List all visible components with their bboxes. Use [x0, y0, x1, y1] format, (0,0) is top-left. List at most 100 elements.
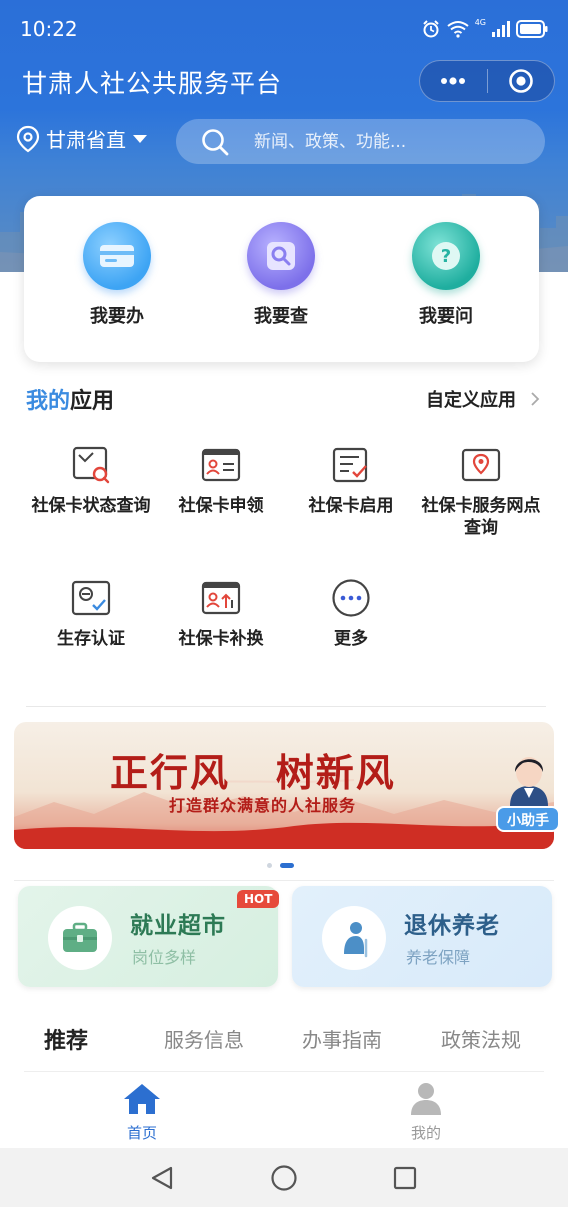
network-type-label: 4G	[474, 17, 486, 27]
assistant-button[interactable]: 小助手	[496, 746, 562, 832]
app-label: 社保卡补换	[178, 629, 264, 649]
user-icon	[411, 1083, 441, 1115]
alarm-icon	[422, 20, 439, 38]
quick-action-handle[interactable]: 我要办	[57, 222, 177, 328]
target-close-icon	[508, 69, 533, 93]
my-apps-title-accent: 我的	[26, 389, 71, 414]
system-home-button[interactable]	[268, 1162, 300, 1194]
app-label: 社保卡启用	[308, 496, 394, 516]
retirement-icon-bg	[322, 906, 386, 970]
quick-actions-card: 我要办 我要查 ? 我要问	[24, 196, 539, 362]
signal-icon	[492, 21, 510, 37]
tab-guide[interactable]: 办事指南	[302, 1024, 382, 1053]
carousel-dot-active[interactable]	[280, 863, 294, 868]
home-icon	[124, 1084, 160, 1114]
location-selector[interactable]: 甘肃省直	[16, 124, 148, 153]
assistant-label: 小助手	[496, 806, 560, 832]
card-enable-icon	[332, 447, 368, 483]
chevron-right-icon	[531, 392, 540, 406]
search-icon	[202, 128, 229, 155]
tab-policy[interactable]: 政策法规	[441, 1024, 521, 1053]
status-time: 10:22	[20, 17, 78, 41]
page-title: 甘肃人社公共服务平台	[22, 69, 283, 98]
tab-recommend[interactable]: 推荐	[44, 1023, 88, 1055]
status-icons: 4G	[421, 17, 548, 39]
tab-service-info[interactable]: 服务信息	[164, 1024, 244, 1053]
nav-mine[interactable]: 我的	[386, 1082, 466, 1143]
app-label: 社保卡服务网点查询	[421, 496, 541, 538]
section-divider	[26, 706, 546, 707]
wifi-icon	[447, 21, 469, 38]
promo-banner[interactable]: 正行风 树新风 打造群众满意的人社服务	[14, 722, 554, 849]
bottom-nav: 首页 我的	[0, 1072, 568, 1148]
app-label: 生存认证	[57, 629, 125, 649]
elder-icon	[344, 922, 368, 958]
retirement-subtitle: 养老保障	[406, 948, 471, 967]
quick-action-label: 我要查	[254, 306, 308, 327]
recents-square-icon	[393, 1166, 417, 1190]
location-card-icon	[461, 448, 501, 482]
app-label: 社保卡申领	[178, 496, 264, 516]
quick-action-query[interactable]: 我要查	[221, 222, 341, 328]
job-market-subtitle: 岗位多样	[132, 948, 197, 967]
retirement-pension-card[interactable]: 退休养老 养老保障	[292, 886, 552, 987]
card-apply-icon	[201, 448, 241, 482]
system-recents-button[interactable]	[389, 1162, 421, 1194]
system-back-button[interactable]	[146, 1162, 178, 1194]
app-card-enable[interactable]: 社保卡启用	[291, 445, 411, 517]
nav-mine-label: 我的	[410, 1124, 441, 1142]
app-label: 更多	[334, 629, 368, 649]
banner-title: 正行风 树新风	[110, 751, 396, 795]
app-service-outlet-query[interactable]: 社保卡服务网点查询	[421, 445, 541, 539]
app-card-apply[interactable]: 社保卡申领	[161, 445, 281, 517]
app-survival-verify[interactable]: 生存认证	[31, 578, 151, 650]
system-navigation-bar	[0, 1148, 568, 1207]
retirement-title: 退休养老	[404, 913, 500, 939]
close-miniprogram-button[interactable]	[488, 61, 555, 101]
app-card-replace[interactable]: 社保卡补换	[161, 578, 281, 650]
home-circle-icon	[271, 1165, 297, 1191]
customize-apps-label: 自定义应用	[426, 390, 516, 411]
nav-home[interactable]: 首页	[102, 1082, 182, 1143]
app-more[interactable]: 更多	[291, 578, 411, 650]
question-icon: ?	[432, 242, 460, 270]
status-bar: 10:22 4G	[0, 0, 568, 58]
carousel-dot[interactable]	[267, 863, 272, 868]
caret-down-icon	[133, 134, 147, 143]
miniprogram-capsule	[419, 60, 555, 102]
svg-text:?: ?	[441, 246, 451, 267]
briefcase-icon	[63, 922, 97, 952]
customize-apps-link[interactable]: 自定义应用	[426, 386, 540, 412]
face-verify-icon	[71, 580, 111, 616]
banner-subtitle: 打造群众满意的人社服务	[169, 796, 357, 815]
app-label: 社保卡状态查询	[31, 496, 151, 516]
quick-action-ask-icon-bg: ?	[412, 222, 480, 290]
location-pin-icon	[16, 125, 40, 152]
more-options-button[interactable]	[420, 61, 487, 101]
card-status-icon	[72, 446, 110, 484]
search-icon	[267, 242, 295, 270]
job-market-icon-bg	[48, 906, 112, 970]
search-input[interactable]	[254, 131, 514, 152]
my-apps-title-rest: 应用	[70, 389, 115, 414]
section-divider	[14, 880, 554, 881]
quick-action-ask[interactable]: ? 我要问	[386, 222, 506, 328]
location-label: 甘肃省直	[46, 128, 126, 152]
card-replace-icon	[201, 581, 241, 615]
quick-action-label: 我要办	[90, 306, 144, 327]
app-card-status-query[interactable]: 社保卡状态查询	[31, 445, 151, 517]
hot-badge: HOT	[237, 890, 280, 908]
ellipsis-icon	[441, 77, 466, 85]
card-icon	[100, 245, 134, 267]
more-icon	[332, 579, 370, 617]
back-triangle-icon	[151, 1166, 173, 1190]
quick-action-label: 我要问	[419, 306, 473, 327]
quick-action-handle-icon-bg	[83, 222, 151, 290]
nav-home-label: 首页	[126, 1124, 157, 1142]
job-market-title: 就业超市	[130, 913, 226, 939]
quick-action-query-icon-bg	[247, 222, 315, 290]
search-bar[interactable]	[176, 119, 545, 164]
carousel-indicator	[267, 863, 294, 868]
my-apps-title: 我的应用	[26, 383, 114, 415]
battery-icon	[516, 20, 548, 38]
